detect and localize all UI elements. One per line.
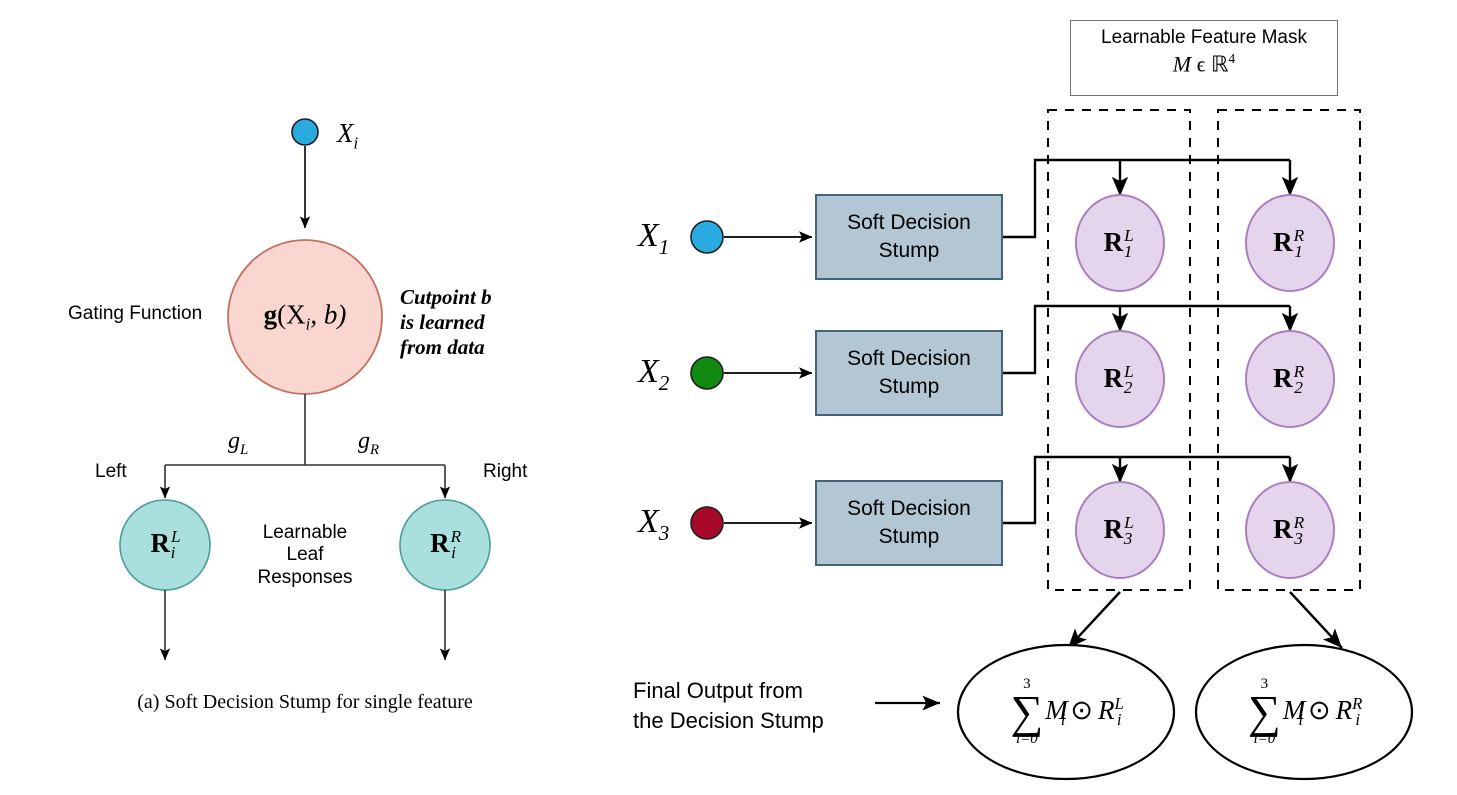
input-dot-x1 [690,220,724,254]
branch-label-right: Right [483,461,528,482]
response-node-label-R1L: RL1 [1103,225,1134,262]
input-label-x3: X3 [638,503,670,545]
response-node-label-R2R: RR2 [1273,361,1305,398]
learnable-leaf-responses-note: Learnable Leaf Responses [257,522,352,589]
stump-box-2-line-2: Stump [878,375,940,398]
mask-box-formula: M ϵ ℝ4 [1172,51,1236,77]
final-output-label-line-2: the Decision Stump [633,707,824,733]
stump-connector-row1 [1002,158,1290,239]
final-output-left-formula: 3 ∑ i=0 Mi ⊙ RLi [1010,676,1124,747]
left-input-dot [291,118,319,146]
mask-group-left-dashed-box [1047,109,1191,591]
leaf-note-line-1: Learnable [262,522,348,543]
leaf-left-node [119,499,211,591]
branch-label-left: Left [95,461,127,482]
cutpoint-note-line-2: is learned [400,309,485,334]
response-node-R2R [1245,330,1335,428]
leaf-right-node [399,499,491,591]
input-dot-x3 [690,506,724,540]
cutpoint-note-line-3: from data [400,334,485,359]
cutpoint-note-line-1: Cutpoint b [400,285,492,309]
edge-label-gr: gR [358,428,380,458]
response-node-R1L [1075,194,1165,292]
response-node-R2L [1075,330,1165,428]
soft-decision-stump-box-1[interactable]: Soft Decision Stump [815,194,1003,280]
leaf-note-line-3: Responses [257,566,353,588]
learnable-feature-mask-box: Learnable Feature Mask M ϵ ℝ4 [1070,20,1338,96]
soft-decision-stump-box-3[interactable]: Soft Decision Stump [815,480,1003,566]
leaf-left-node-label: RLi [150,526,181,563]
figure-caption-a: (a) Soft Decision Stump for single featu… [137,691,473,713]
stump-box-1-line-2: Stump [878,239,940,262]
leaf-right-node-label: RRi [430,526,462,563]
gating-function-node [227,239,383,395]
gating-function-node-label: g(Xi, b) [263,299,347,334]
final-output-label-line-1: Final Output from [633,678,803,703]
gating-function-label: Gating Function [68,303,203,324]
final-output-right-expression: Mi ⊙ RRi [1282,693,1363,730]
figure-canvas: Xi Gating Function g(Xi, b) Cutpoint b i… [0,0,1457,795]
response-node-label-R2L: RL2 [1103,361,1134,398]
stump-connector-row3 [1002,455,1290,525]
stump-box-2-line-1: Soft Decision [847,346,971,370]
summation-symbol-left: 3 ∑ i=0 [1010,676,1044,747]
stump-box-3-line-1: Soft Decision [847,496,971,520]
response-node-label-R3R: RR3 [1273,512,1305,549]
response-node-R1R [1245,194,1335,292]
response-node-R3R [1245,481,1335,579]
edge-label-gl: gL [228,428,249,458]
stump-connector-row2 [1002,304,1290,375]
final-output-right-formula: 3 ∑ i=0 Mi ⊙ RRi [1248,676,1363,747]
input-label-x1: X1 [638,217,670,259]
final-output-label: Final Output from the Decision Stump [633,676,824,735]
mask-box-title: Learnable Feature Mask [1101,27,1307,48]
group-right-to-output-arrow [1289,591,1343,649]
mask-group-right-dashed-box [1217,109,1361,591]
stump-box-3-line-2: Stump [878,525,940,548]
group-left-to-output-arrow [1067,591,1121,649]
response-node-R3L [1075,481,1165,579]
input-dot-x2 [690,356,724,390]
cutpoint-note: Cutpoint b is learned from data [400,285,492,359]
summation-symbol-right: 3 ∑ i=0 [1248,676,1281,747]
input-label-x2: X2 [638,353,670,395]
final-output-left-expression: Mi ⊙ RLi [1045,693,1124,730]
leaf-note-line-2: Leaf [286,544,324,566]
left-input-label: Xi [337,118,359,153]
soft-decision-stump-box-2[interactable]: Soft Decision Stump [815,330,1003,416]
response-node-label-R1R: RR1 [1273,225,1305,262]
response-node-label-R3L: RL3 [1103,512,1134,549]
stump-box-1-line-1: Soft Decision [847,210,971,234]
